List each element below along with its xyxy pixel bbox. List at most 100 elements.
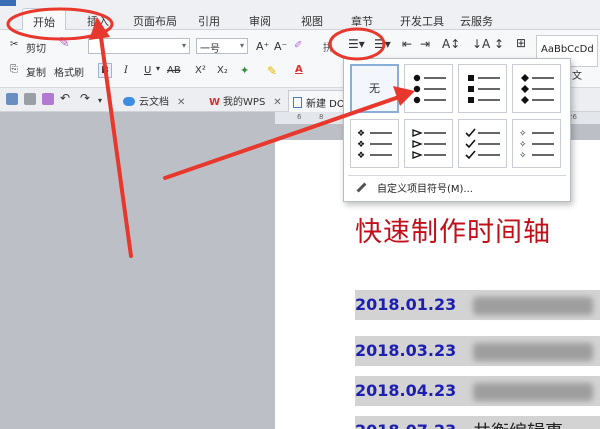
bullet-option-star-diamond[interactable]: ✧ ✧ ✧: [512, 119, 561, 168]
font-size-value: 一号: [200, 44, 220, 55]
timeline-text: 共衡编辑事: [473, 418, 563, 429]
increase-indent-icon[interactable]: ⇥: [418, 36, 432, 52]
doc-tab-cloud[interactable]: 云文档 ✕: [123, 93, 185, 108]
menu-divider: [348, 175, 566, 176]
close-icon[interactable]: ✕: [177, 97, 185, 108]
line-spacing-icon[interactable]: ↕: [492, 36, 506, 52]
tab-cloud-service[interactable]: 云服务: [460, 13, 493, 29]
custom-bullet-label: 自定义项目符号(M)...: [377, 184, 473, 195]
bullet-style-dropdown: 无 ❖ ❖ ❖ ✧ ✧ ✧ 自定义项目符号(M)...: [343, 58, 571, 202]
bullet-option-none[interactable]: 无: [350, 64, 399, 113]
svg-text:✧: ✧: [519, 151, 527, 161]
tab-insert[interactable]: 插入: [87, 13, 109, 29]
redo-icon[interactable]: ↷: [80, 91, 90, 105]
filled-square-bullet-icon: [468, 75, 500, 103]
document-title: 快速制作时间轴: [355, 217, 551, 248]
shrink-font-button[interactable]: A⁻: [272, 39, 289, 54]
copy-button[interactable]: 复制: [24, 63, 48, 80]
scissors-icon[interactable]: ✂: [8, 38, 20, 51]
svg-text:❖: ❖: [357, 151, 365, 161]
tab-home[interactable]: 开始: [22, 8, 66, 31]
ruler-tick: 6: [297, 113, 302, 121]
save-icon[interactable]: [6, 93, 18, 105]
font-name-combo[interactable]: ▾: [88, 38, 190, 54]
bullet-option-checkmark[interactable]: [458, 119, 507, 168]
filled-circle-bullet-icon: [413, 74, 446, 104]
chevron-down-icon: ▾: [239, 41, 244, 50]
format-painter-button[interactable]: 格式刷: [52, 63, 86, 80]
font-color-button[interactable]: A: [293, 63, 305, 76]
svg-text:✧: ✧: [519, 140, 527, 150]
doc-tab-label: 新建 DO: [306, 99, 345, 110]
chevron-down-icon[interactable]: ▾: [156, 64, 160, 73]
bullet-option-filled-circle[interactable]: [404, 64, 453, 113]
doc-tab-label: 云文档: [139, 97, 169, 108]
text-effect-icon[interactable]: ✦: [238, 63, 251, 78]
italic-button[interactable]: I: [122, 64, 130, 77]
blurred-text: [473, 297, 593, 315]
close-icon[interactable]: ✕: [273, 97, 281, 108]
tab-developer-tools[interactable]: 开发工具: [400, 13, 444, 29]
document-icon: [293, 97, 302, 108]
copy-icon[interactable]: ⎘: [8, 63, 20, 76]
four-diamond-bullet-icon: ❖❖❖: [357, 129, 392, 161]
border-icon[interactable]: ⊞: [514, 35, 528, 51]
tab-view[interactable]: 视图: [301, 13, 323, 29]
timeline-date: 2018.01.23: [355, 295, 457, 314]
star-diamond-bullet-icon: ✧✧✧: [519, 129, 554, 161]
subscript-button[interactable]: X₂: [215, 64, 230, 77]
tab-page-layout[interactable]: 页面布局: [133, 13, 177, 29]
tab-review[interactable]: 审阅: [249, 13, 271, 29]
print-icon[interactable]: [24, 93, 36, 105]
phonetic-icon[interactable]: 拼: [321, 38, 335, 55]
paintbrush-icon[interactable]: ✎: [58, 35, 70, 51]
menu-bar: 开始 插入 页面布局 引用 审阅 视图 章节 开发工具 云服务: [0, 0, 600, 31]
chevron-down-icon: ▾: [181, 41, 186, 50]
svg-text:❖: ❖: [357, 129, 365, 139]
highlight-icon[interactable]: ✎: [265, 63, 279, 79]
bullet-option-filled-diamond[interactable]: [512, 64, 561, 113]
pencil-icon: [356, 182, 367, 193]
bold-button[interactable]: B: [98, 63, 112, 78]
ruler-tick: 8: [319, 113, 324, 121]
undo-icon[interactable]: ↶: [60, 91, 70, 105]
char-spacing-icon[interactable]: A↕: [440, 36, 462, 52]
timeline-entry: 2018.04.23: [355, 376, 600, 406]
bullet-list-button[interactable]: ☰▾: [346, 36, 367, 52]
chevron-down-icon[interactable]: ▾: [98, 96, 102, 105]
doc-tab-label: 我的WPS: [223, 97, 266, 108]
none-label: 无: [369, 82, 380, 95]
underline-button[interactable]: U: [142, 64, 153, 77]
numbered-list-button[interactable]: ☰▾: [372, 36, 393, 52]
superscript-button[interactable]: X²: [193, 64, 208, 77]
custom-bullet-menu-item[interactable]: 自定义项目符号(M)...: [356, 180, 473, 195]
cloud-icon: [123, 97, 135, 106]
tab-section[interactable]: 章节: [351, 13, 373, 29]
filled-diamond-bullet-icon: [521, 74, 554, 104]
cut-button[interactable]: 剪切: [24, 39, 48, 56]
arrowhead-bullet-icon: [412, 129, 446, 159]
sort-icon[interactable]: ↓A: [470, 36, 492, 52]
timeline-entry: 2018.03.23: [355, 336, 600, 366]
clear-format-icon[interactable]: ✐: [292, 39, 304, 52]
checkmark-bullet-icon: [465, 128, 500, 160]
bullet-option-four-diamond[interactable]: ❖ ❖ ❖: [350, 119, 399, 168]
svg-text:✧: ✧: [519, 129, 527, 139]
preview-icon[interactable]: [42, 93, 54, 105]
timeline-date: 2018.03.23: [355, 341, 457, 360]
bullet-option-filled-square[interactable]: [458, 64, 507, 113]
tab-references[interactable]: 引用: [198, 13, 220, 29]
bullet-option-arrowhead[interactable]: [404, 119, 453, 168]
timeline-date: 2018.04.23: [355, 381, 457, 400]
decrease-indent-icon[interactable]: ⇤: [400, 36, 414, 52]
window-icon: [0, 0, 16, 6]
timeline-entry: 2018.01.23: [355, 290, 600, 320]
strikethrough-button[interactable]: AB: [165, 64, 183, 77]
grow-font-button[interactable]: A⁺: [254, 39, 271, 54]
timeline-entry: 2018.07.23 共衡编辑事: [355, 416, 600, 429]
blurred-text: [473, 343, 593, 361]
svg-text:❖: ❖: [357, 140, 365, 150]
font-size-combo[interactable]: 一号 ▾: [196, 38, 248, 55]
blurred-text: [473, 383, 593, 401]
doc-tab-mywps[interactable]: W 我的WPS ✕: [209, 93, 282, 108]
